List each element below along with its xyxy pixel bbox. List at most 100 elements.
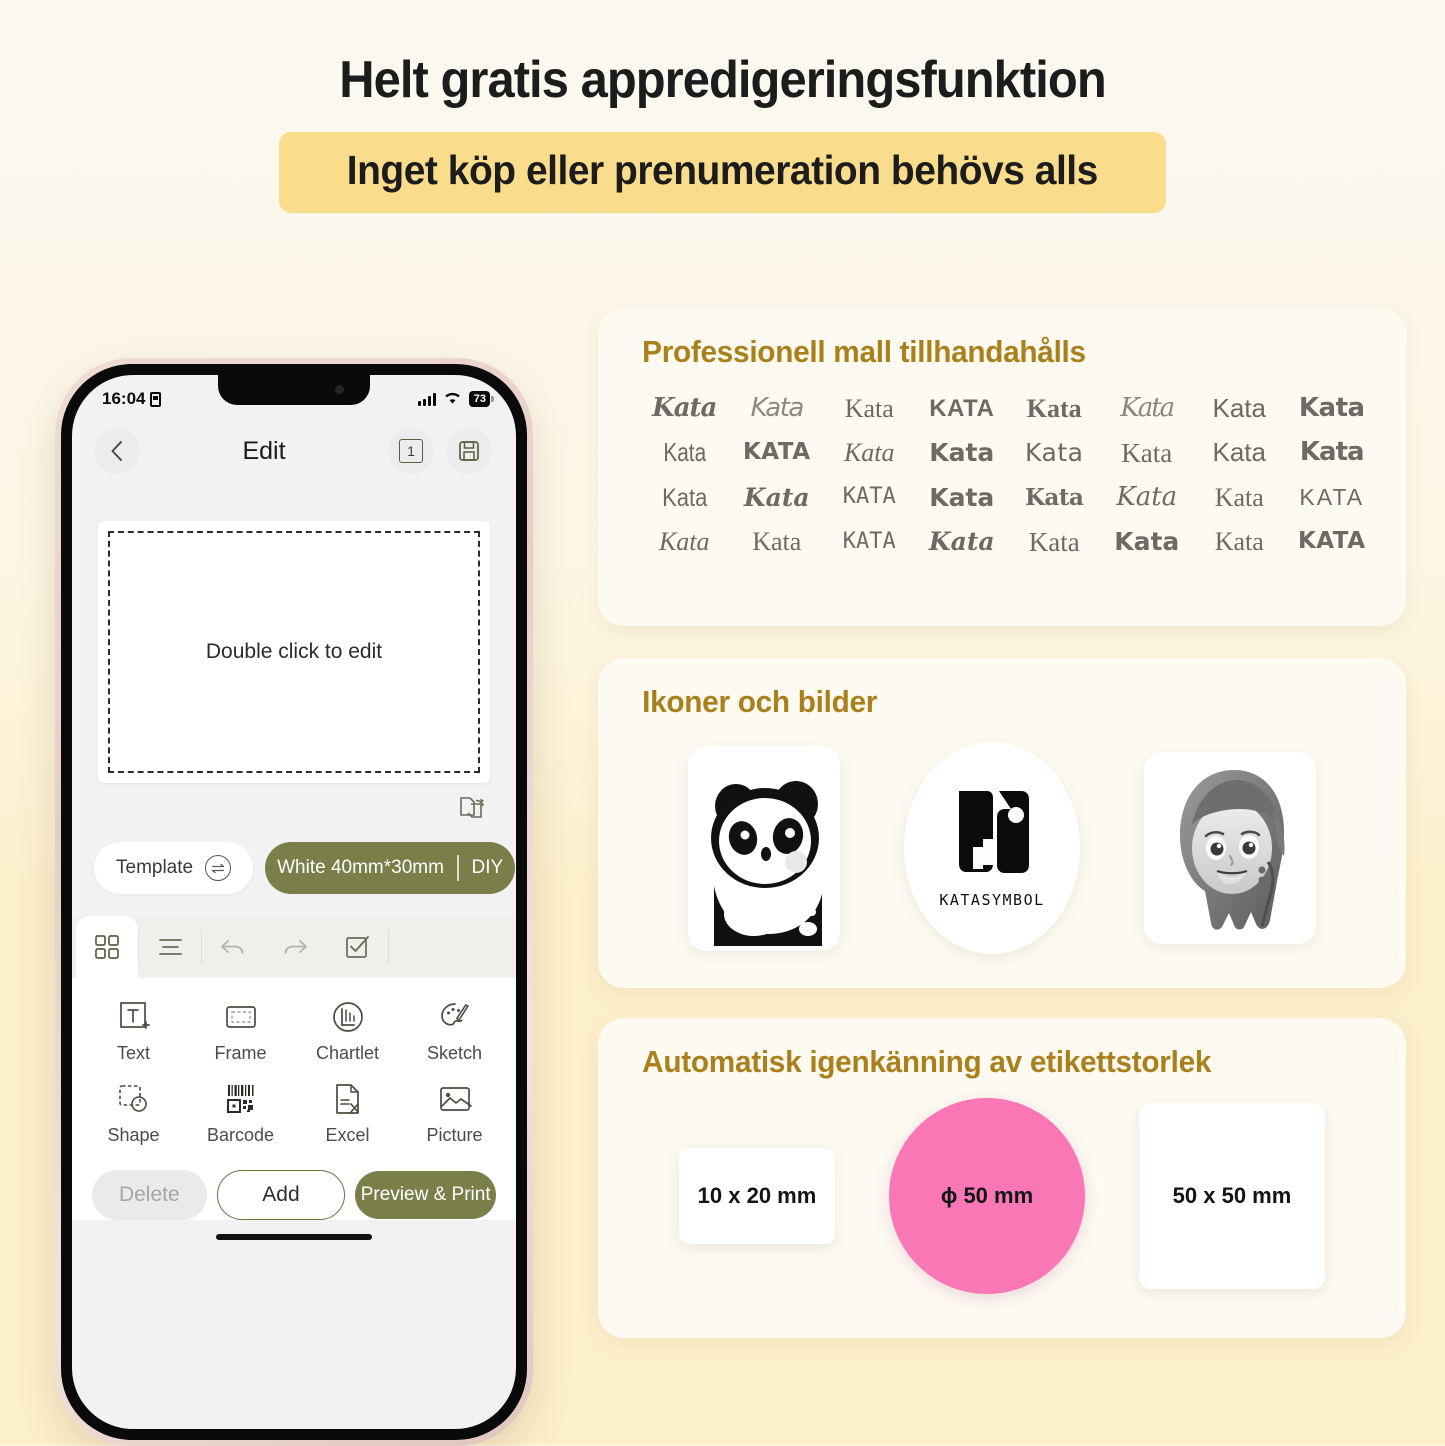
katasymbol-logo[interactable]: KATASYMBOL xyxy=(904,742,1080,954)
girl-portrait-illustration xyxy=(1180,770,1285,930)
frame-icon xyxy=(225,1006,256,1028)
tool-label: Frame xyxy=(214,1043,267,1063)
templates-card: Professionell mall tillhandahålls Kata K… xyxy=(598,308,1406,626)
grid-icon xyxy=(95,935,119,959)
font-sample: KATA xyxy=(842,484,896,510)
katasymbol-mark xyxy=(959,791,1029,873)
font-sample: Kata xyxy=(1299,437,1365,468)
font-sample: Kata xyxy=(1120,393,1175,423)
undo-arrow-icon xyxy=(221,940,244,954)
status-time: 16:04 xyxy=(102,389,146,408)
font-sample: Kata xyxy=(752,527,802,557)
save-button[interactable] xyxy=(446,428,492,474)
phone-mockup: 16:04 73 Edit 1 Double click to edit Tem… xyxy=(55,358,533,1446)
font-sample: Kata xyxy=(929,482,995,512)
tab-grid[interactable] xyxy=(76,916,138,978)
hero-highlight-band: Inget köp eller prenumeration behövs all… xyxy=(279,132,1166,214)
font-sample: Kata xyxy=(1121,437,1173,468)
tab-divider xyxy=(388,930,389,964)
wifi-icon xyxy=(443,391,462,408)
font-sample: Kata xyxy=(1025,483,1084,511)
label-sizes-card-title: Automatisk igenkänning av etikettstorlek xyxy=(642,1044,1212,1079)
tool-label: Barcode xyxy=(206,1125,275,1145)
diy-button[interactable]: DIY xyxy=(472,857,504,879)
tool-label: Excel xyxy=(325,1125,370,1145)
delete-button[interactable]: Delete xyxy=(92,1170,207,1220)
icon-samples-row: KATASYMBOL xyxy=(598,720,1406,954)
tool-label: Chartlet xyxy=(315,1043,380,1063)
font-sample: KATA xyxy=(1297,528,1366,555)
font-sample: Kata xyxy=(658,527,710,557)
tool-frame[interactable]: Frame xyxy=(187,1000,294,1064)
font-sample: Kata xyxy=(1214,482,1264,512)
tab-select[interactable] xyxy=(326,916,388,978)
icons-card-title: Ikoner och bilder xyxy=(642,684,878,719)
label-50x50[interactable]: 50 x 50 mm xyxy=(1139,1103,1325,1289)
tab-undo[interactable] xyxy=(202,916,264,978)
tool-picture[interactable]: Picture xyxy=(401,1082,508,1146)
hero-section: Helt gratis appredigeringsfunktion Inget… xyxy=(0,0,1445,214)
tool-excel[interactable]: Excel xyxy=(294,1082,401,1146)
tool-sketch[interactable]: Sketch xyxy=(401,1000,508,1064)
font-sample: Kata xyxy=(743,482,810,512)
cellular-signal-icon xyxy=(417,392,436,406)
chartlet-icon xyxy=(332,1002,363,1032)
redo-arrow-icon xyxy=(284,940,307,954)
template-label: Template xyxy=(116,857,194,878)
app-nav-bar: Edit 1 xyxy=(72,417,516,477)
tool-label: Text xyxy=(116,1043,150,1063)
tool-barcode[interactable]: Barcode xyxy=(187,1082,294,1146)
template-button[interactable]: Template xyxy=(94,842,254,894)
tool-chartlet[interactable]: Chartlet xyxy=(294,1000,401,1064)
nav-actions: 1 xyxy=(388,428,492,474)
font-sample: KATA xyxy=(929,395,995,423)
shape-icon xyxy=(118,1085,147,1112)
font-sample: Kata xyxy=(844,394,894,423)
page-count-button[interactable]: 1 xyxy=(388,428,434,474)
label-size-button[interactable]: White 40mm*30mm DIY xyxy=(265,842,516,894)
canvas-tools-row xyxy=(72,783,516,826)
tab-redo[interactable] xyxy=(264,916,326,978)
font-sample: KATA xyxy=(842,528,896,554)
label-canvas[interactable]: Double click to edit xyxy=(98,521,490,783)
girl-portrait-sticker[interactable] xyxy=(1144,752,1316,944)
rotate-page-icon[interactable] xyxy=(458,795,486,826)
page-title-edit: Edit xyxy=(242,436,286,465)
font-sample: Kata xyxy=(1025,438,1084,468)
label-10x20[interactable]: 10 x 20 mm xyxy=(679,1148,835,1244)
checkbox-icon xyxy=(346,936,369,958)
label-size-value: White 40mm*30mm xyxy=(277,857,444,878)
font-sample: Kata xyxy=(662,437,706,468)
align-lines-icon xyxy=(158,939,182,955)
tool-shape[interactable]: Shape xyxy=(80,1082,187,1146)
label-size-samples-row: 10 x 20 mm ɸ 50 mm 50 x 50 mm xyxy=(598,1080,1406,1294)
home-indicator xyxy=(216,1234,372,1240)
font-sample: Kata xyxy=(928,526,995,556)
tool-grid: Text Frame Chartlet Sketch Shape Barcode… xyxy=(80,1000,508,1146)
palette-icon xyxy=(440,1003,469,1026)
font-sample-grid: Kata Kata Kata KATA Kata Kata Kata Kata … xyxy=(598,370,1406,560)
sim-card-icon xyxy=(150,391,162,407)
label-circle-50[interactable]: ɸ 50 mm xyxy=(889,1098,1085,1294)
phone-bezel: 16:04 73 Edit 1 Double click to edit Tem… xyxy=(61,364,527,1440)
label-sizes-card: Automatisk igenkänning av etikettstorlek… xyxy=(598,1018,1406,1338)
status-bar-left: 16:04 xyxy=(102,389,162,409)
size-separator xyxy=(456,855,459,881)
font-sample: Kata xyxy=(1116,481,1178,512)
save-disk-icon xyxy=(459,441,479,461)
add-button[interactable]: Add xyxy=(216,1170,346,1220)
status-bar-right: 73 xyxy=(417,391,490,408)
font-sample: Kata xyxy=(1114,526,1180,556)
font-sample: KATA xyxy=(742,439,811,466)
picture-icon xyxy=(439,1087,472,1111)
page-title: Helt gratis appredigeringsfunktion xyxy=(339,51,1106,109)
template-size-row: Template White 40mm*30mm DIY xyxy=(72,826,516,894)
back-button[interactable] xyxy=(94,428,140,474)
font-sample: Kata xyxy=(1026,394,1082,423)
font-sample: Kata xyxy=(929,438,995,468)
tool-text[interactable]: Text xyxy=(80,1000,187,1064)
panda-sticker[interactable] xyxy=(688,745,840,951)
tab-align[interactable] xyxy=(139,916,201,978)
icons-card: Ikoner och bilder KATASYMBOL xyxy=(598,658,1406,988)
preview-print-button[interactable]: Preview & Print xyxy=(355,1171,496,1219)
